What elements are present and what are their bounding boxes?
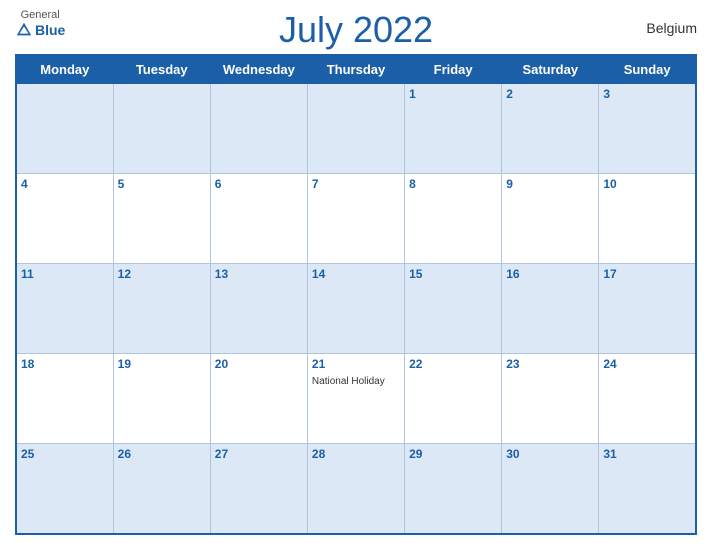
calendar-cell: 14 — [307, 263, 404, 353]
day-number: 16 — [506, 267, 594, 281]
day-number: 24 — [603, 357, 691, 371]
calendar-title: July 2022 — [279, 10, 433, 50]
day-number: 8 — [409, 177, 497, 191]
day-number: 5 — [118, 177, 206, 191]
weekday-header-row: MondayTuesdayWednesdayThursdayFridaySatu… — [16, 55, 696, 84]
calendar-cell: 2 — [502, 83, 599, 173]
calendar-cell: 13 — [210, 263, 307, 353]
calendar-cell: 27 — [210, 444, 307, 534]
day-number: 25 — [21, 447, 109, 461]
calendar-cell: 8 — [405, 173, 502, 263]
day-number: 1 — [409, 87, 497, 101]
calendar-cell: 12 — [113, 263, 210, 353]
calendar-cell: 3 — [599, 83, 696, 173]
day-number: 27 — [215, 447, 303, 461]
day-number: 30 — [506, 447, 594, 461]
day-number: 22 — [409, 357, 497, 371]
calendar-title-area: July 2022 — [279, 10, 433, 50]
day-number: 19 — [118, 357, 206, 371]
calendar-cell: 21 National Holiday — [307, 354, 404, 444]
country-label: Belgium — [646, 20, 697, 36]
day-number: 31 — [603, 447, 691, 461]
calendar-cell: 15 — [405, 263, 502, 353]
day-number: 28 — [312, 447, 400, 461]
calendar-cell — [113, 83, 210, 173]
calendar-cell: 20 — [210, 354, 307, 444]
calendar-week-row: 456789 10 — [16, 173, 696, 263]
calendar-cell: 18 — [16, 354, 113, 444]
calendar-cell: 30 — [502, 444, 599, 534]
day-number: 13 — [215, 267, 303, 281]
calendar-cell: 23 — [502, 354, 599, 444]
day-number: 23 — [506, 357, 594, 371]
calendar-cell: 28 — [307, 444, 404, 534]
day-number: 20 — [215, 357, 303, 371]
day-number: 21 — [312, 357, 400, 371]
day-event: National Holiday — [312, 376, 385, 387]
calendar-cell — [307, 83, 404, 173]
calendar-cell: 11 — [16, 263, 113, 353]
day-number: 2 — [506, 87, 594, 101]
calendar-week-row: 18 19 20 21 National Holiday 22 23 24 — [16, 354, 696, 444]
logo-blue: Blue — [15, 21, 65, 39]
day-number: 4 — [21, 177, 109, 191]
day-number: 9 — [506, 177, 594, 191]
calendar-cell: 22 — [405, 354, 502, 444]
calendar-header: General Blue July 2022 Belgium — [15, 10, 697, 50]
calendar-cell: 17 — [599, 263, 696, 353]
day-number: 18 — [21, 357, 109, 371]
calendar-cell: 9 — [502, 173, 599, 263]
calendar-week-row: 123 — [16, 83, 696, 173]
calendar-table: MondayTuesdayWednesdayThursdayFridaySatu… — [15, 54, 697, 535]
calendar-week-row: 25 26 27 28 29 30 31 — [16, 444, 696, 534]
logo: General Blue — [15, 10, 65, 39]
day-number: 12 — [118, 267, 206, 281]
calendar-cell: 10 — [599, 173, 696, 263]
logo-general: General — [21, 10, 60, 21]
weekday-header-thursday: Thursday — [307, 55, 404, 84]
calendar-cell: 7 — [307, 173, 404, 263]
calendar-cell: 6 — [210, 173, 307, 263]
calendar-cell — [16, 83, 113, 173]
weekday-header-tuesday: Tuesday — [113, 55, 210, 84]
day-number: 6 — [215, 177, 303, 191]
calendar-cell: 31 — [599, 444, 696, 534]
day-number: 17 — [603, 267, 691, 281]
day-number: 10 — [603, 177, 691, 191]
calendar-cell: 25 — [16, 444, 113, 534]
calendar-cell: 16 — [502, 263, 599, 353]
calendar-cell: 26 — [113, 444, 210, 534]
day-number: 15 — [409, 267, 497, 281]
calendar-cell: 5 — [113, 173, 210, 263]
calendar-cell — [210, 83, 307, 173]
weekday-header-wednesday: Wednesday — [210, 55, 307, 84]
day-number: 14 — [312, 267, 400, 281]
day-number: 26 — [118, 447, 206, 461]
calendar-cell: 1 — [405, 83, 502, 173]
calendar-cell: 29 — [405, 444, 502, 534]
weekday-header-monday: Monday — [16, 55, 113, 84]
day-number: 3 — [603, 87, 691, 101]
weekday-header-friday: Friday — [405, 55, 502, 84]
calendar-cell: 19 — [113, 354, 210, 444]
day-number: 29 — [409, 447, 497, 461]
calendar-week-row: 11 12 13 14 15 16 17 — [16, 263, 696, 353]
weekday-header-sunday: Sunday — [599, 55, 696, 84]
day-number: 11 — [21, 267, 109, 281]
calendar-cell: 24 — [599, 354, 696, 444]
day-number: 7 — [312, 177, 400, 191]
logo-icon — [15, 21, 33, 39]
calendar-cell: 4 — [16, 173, 113, 263]
weekday-header-saturday: Saturday — [502, 55, 599, 84]
